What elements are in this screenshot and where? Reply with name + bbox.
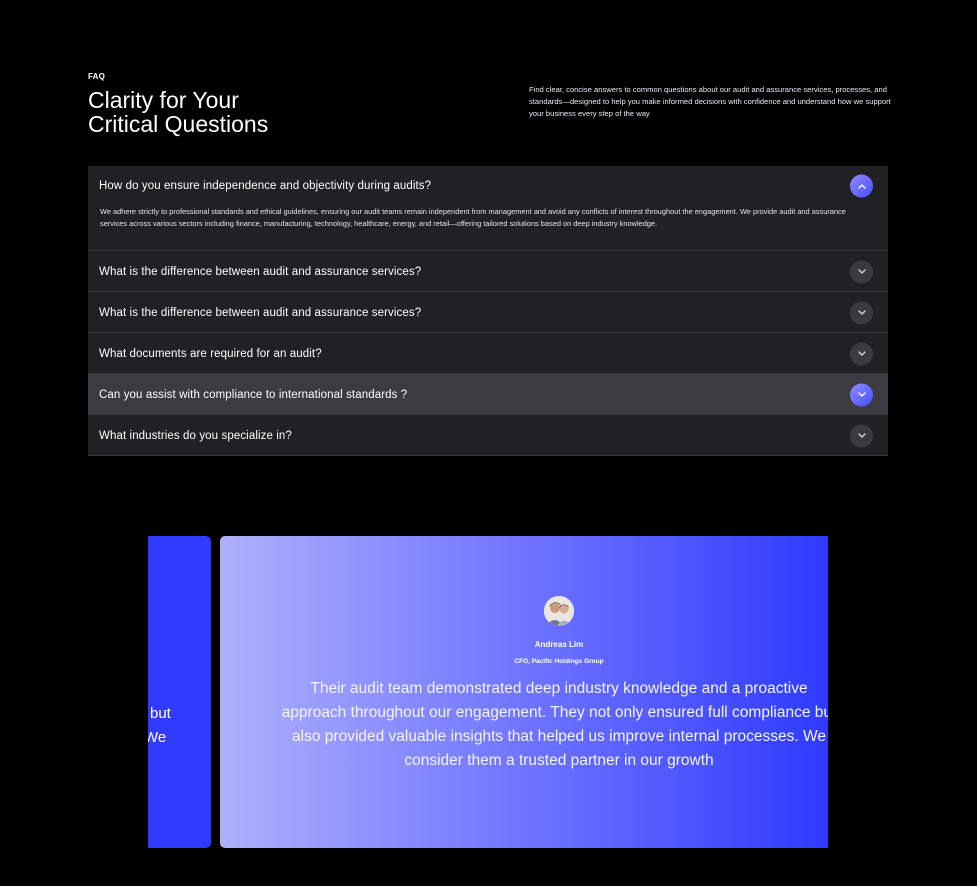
faq-question-row[interactable]: What documents are required for an audit…	[88, 333, 888, 374]
testimonial-quote: Their audit team demonstrated deep indus…	[240, 677, 828, 773]
faq-question-row[interactable]: Can you assist with compliance to intern…	[88, 374, 888, 415]
faq-intro: Find clear, concise answers to common qu…	[529, 85, 891, 118]
faq-item: What is the difference between audit and…	[88, 292, 888, 333]
faq-question-row[interactable]: How do you ensure independence and objec…	[88, 166, 888, 206]
faq-question: What is the difference between audit and…	[99, 265, 422, 278]
testimonial-quote-line: consider them a trusted partner in our g…	[404, 752, 714, 769]
faq-question: Can you assist with compliance to intern…	[99, 388, 408, 401]
faq-question-row[interactable]: What is the difference between audit and…	[88, 292, 888, 333]
chevron-down-icon[interactable]	[850, 342, 873, 365]
chevron-up-icon[interactable]	[850, 174, 873, 198]
testimonial-author-role: CFO, Pacific Holdings Group	[514, 658, 604, 665]
faq-answer: We adhere strictly to professional stand…	[100, 207, 846, 228]
testimonial-quote-line: also provided valuable insights that hel…	[292, 728, 826, 745]
faq-question: What is the difference between audit and…	[99, 306, 422, 319]
testimonial-card-active: Andreas Lim CFO, Pacific Holdings Group …	[220, 536, 828, 848]
testimonial-previous-line: We	[148, 729, 167, 746]
avatar	[544, 596, 574, 626]
testimonial-quote-line: approach throughout our engagement. They…	[281, 704, 828, 721]
faq-item: What industries do you specialize in?	[88, 415, 888, 456]
chevron-down-icon[interactable]	[850, 301, 873, 324]
faq-question: What industries do you specialize in?	[99, 429, 292, 442]
chevron-down-icon[interactable]	[850, 260, 873, 283]
faq-item: What is the difference between audit and…	[88, 251, 888, 292]
faq-item: How do you ensure independence and objec…	[88, 166, 888, 251]
testimonial-quote-line: Their audit team demonstrated deep indus…	[310, 680, 808, 697]
chevron-down-icon[interactable]	[850, 383, 873, 406]
faq-question-row[interactable]: What industries do you specialize in?	[88, 415, 888, 456]
faq-title: Clarity for Your Critical Questions	[88, 88, 348, 136]
testimonial-card-previous[interactable]: but We	[148, 536, 211, 848]
faq-question-row[interactable]: What is the difference between audit and…	[88, 251, 888, 292]
faq-title-line2: Critical Questions	[88, 111, 269, 137]
faq-question: How do you ensure independence and objec…	[99, 180, 432, 192]
faq-eyebrow: FAQ	[88, 72, 106, 81]
testimonial-previous-line: but	[150, 705, 171, 722]
chevron-down-icon[interactable]	[850, 424, 873, 447]
testimonial-author-name: Andreas Lim	[534, 640, 584, 649]
faq-item: Can you assist with compliance to intern…	[88, 374, 888, 415]
faq-title-line1: Clarity for Your	[88, 87, 239, 113]
faq-item: What documents are required for an audit…	[88, 333, 888, 374]
faq-question: What documents are required for an audit…	[99, 347, 322, 360]
faq-accordion: How do you ensure independence and objec…	[88, 166, 888, 456]
testimonial-previous-quote: but We	[148, 702, 211, 750]
